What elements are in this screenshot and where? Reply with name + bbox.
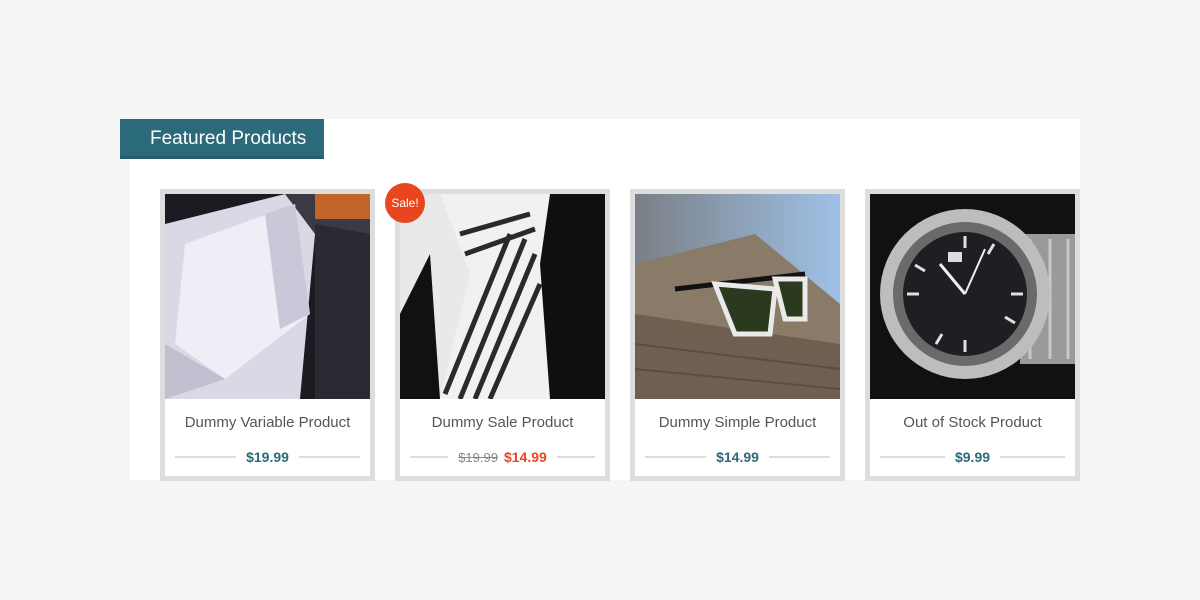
product-price: $9.99	[954, 449, 991, 465]
divider	[880, 456, 945, 458]
product-name[interactable]: Dummy Variable Product	[165, 414, 370, 431]
divider	[556, 456, 595, 458]
product-image-shirt[interactable]	[165, 194, 370, 399]
product-card[interactable]: Dummy Simple Product $14.99	[630, 189, 845, 481]
divider	[175, 456, 237, 458]
product-image-tie[interactable]	[400, 194, 605, 399]
original-price: $19.99	[458, 450, 498, 465]
divider	[1000, 456, 1066, 458]
section-title: Featured Products	[120, 119, 324, 159]
product-card[interactable]: Out of Stock Product $9.99	[865, 189, 1080, 481]
product-price: $14.99	[716, 449, 759, 465]
sale-price: $14.99	[503, 449, 547, 465]
product-price: $19.99	[246, 449, 289, 465]
price-row: $19.99	[175, 447, 361, 467]
product-name[interactable]: Dummy Simple Product	[635, 414, 840, 431]
product-image-watch[interactable]	[870, 194, 1075, 399]
price-row: $19.99 $14.99	[410, 447, 595, 467]
sale-badge: Sale!	[385, 183, 425, 223]
divider	[298, 456, 361, 458]
product-name[interactable]: Dummy Sale Product	[400, 414, 605, 431]
product-image-sunglasses[interactable]	[635, 194, 840, 399]
product-card[interactable]: Dummy Variable Product $19.99	[160, 189, 375, 481]
product-card[interactable]: Dummy Sale Product $19.99 $14.99	[395, 189, 610, 481]
product-name[interactable]: Out of Stock Product	[870, 414, 1075, 431]
divider	[410, 456, 449, 458]
price-row: $14.99	[645, 447, 831, 467]
divider	[645, 456, 707, 458]
price-row: $9.99	[880, 447, 1066, 467]
divider	[768, 456, 831, 458]
